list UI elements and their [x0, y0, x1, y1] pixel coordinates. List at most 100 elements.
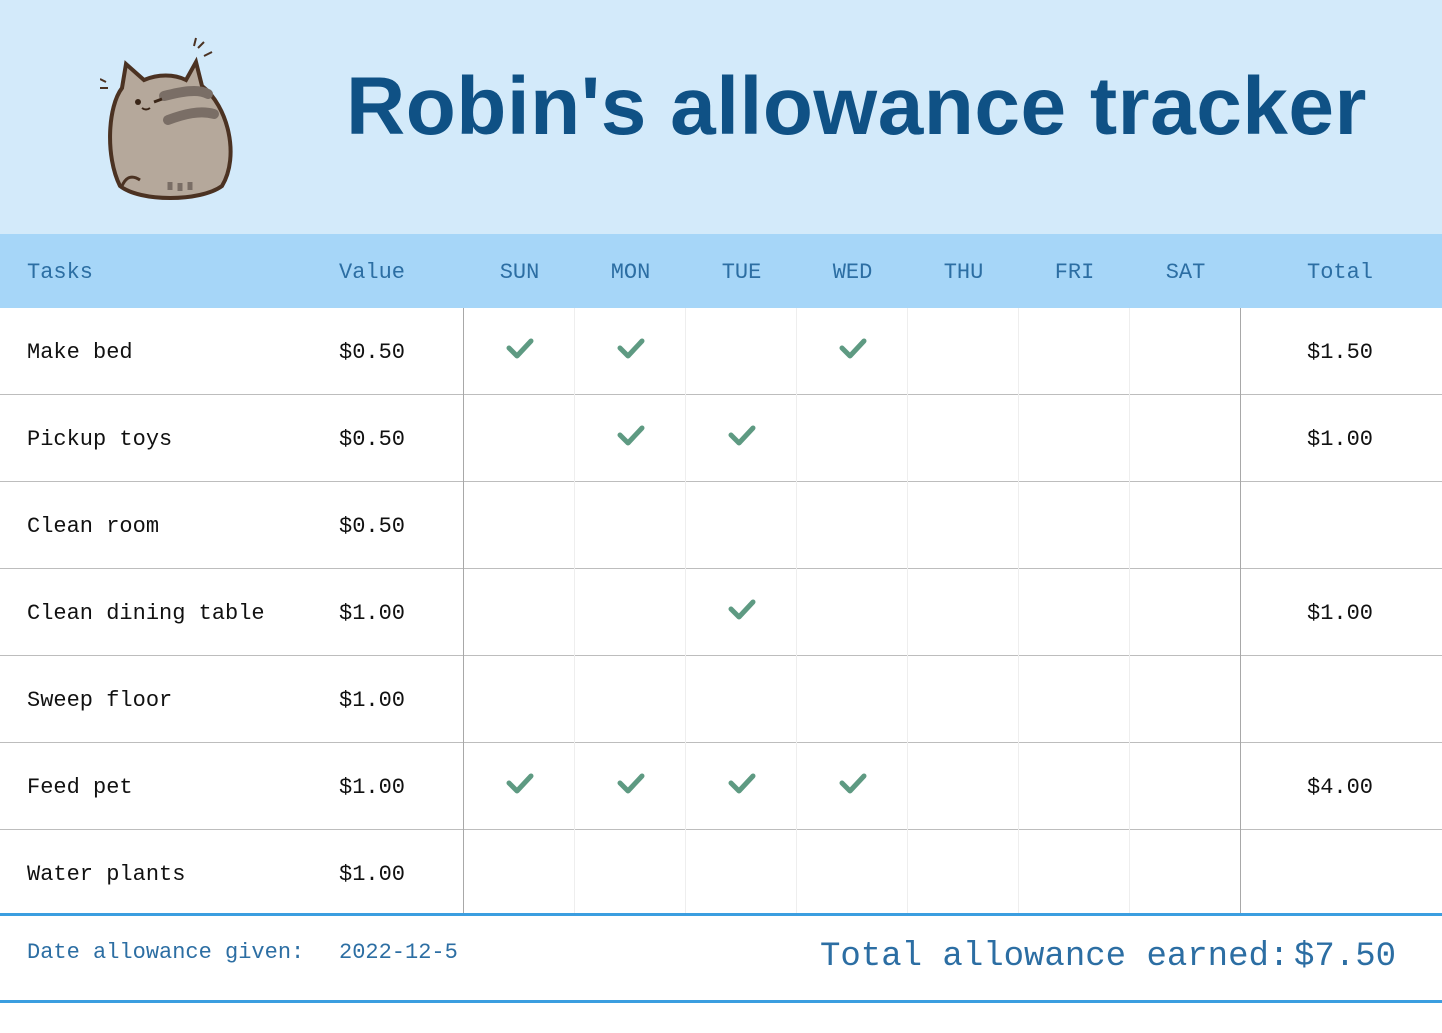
column-header-sun: SUN [499, 260, 540, 285]
day-cell-tue[interactable] [686, 569, 797, 656]
checkmark-icon [728, 425, 755, 445]
day-cell-fri[interactable] [1019, 830, 1130, 917]
day-cell-tue[interactable] [686, 482, 797, 569]
day-cell-wed[interactable] [797, 569, 908, 656]
table-row: Feed pet $1.00 $4.00 [0, 742, 1442, 830]
total-earned-label: Total allowance earned: [820, 938, 1290, 976]
day-cell-mon[interactable] [575, 656, 686, 743]
day-cell-sun[interactable] [464, 569, 575, 656]
task-name[interactable]: Clean dining table [27, 569, 265, 656]
task-name[interactable]: Sweep floor [27, 656, 172, 743]
task-name[interactable]: Water plants [27, 830, 185, 917]
column-divider [574, 308, 575, 914]
checkmark-icon [728, 773, 755, 793]
column-divider [1129, 308, 1130, 914]
checkmark-icon [506, 773, 533, 793]
day-cell-sun[interactable] [464, 308, 575, 395]
total-earned-value: $7.50 [1294, 938, 1397, 976]
day-cell-fri[interactable] [1019, 482, 1130, 569]
day-cell-sat[interactable] [1130, 743, 1241, 830]
day-cell-thu[interactable] [908, 308, 1019, 395]
day-cell-sat[interactable] [1130, 656, 1241, 743]
checkmark-icon [617, 773, 644, 793]
row-total: $1.00 [1307, 601, 1374, 626]
date-given-label: Date allowance given: [27, 940, 305, 965]
day-cell-mon[interactable] [575, 482, 686, 569]
day-cell-sun[interactable] [464, 395, 575, 482]
day-cell-wed[interactable] [797, 743, 908, 830]
day-cell-tue[interactable] [686, 395, 797, 482]
date-given-value[interactable]: 2022-12-5 [339, 940, 458, 965]
day-cell-thu[interactable] [908, 395, 1019, 482]
day-cell-wed[interactable] [797, 482, 908, 569]
checkmark-icon [617, 338, 644, 358]
column-header-fri: FRI [1054, 260, 1095, 285]
task-value[interactable]: $0.50 [339, 482, 405, 569]
day-cell-mon[interactable] [575, 569, 686, 656]
column-header-mon: MON [610, 260, 651, 285]
day-cell-sun[interactable] [464, 743, 575, 830]
column-divider [1240, 308, 1241, 914]
task-name[interactable]: Feed pet [27, 743, 133, 830]
day-cell-thu[interactable] [908, 830, 1019, 917]
footer-divider [0, 913, 1442, 916]
day-cell-fri[interactable] [1019, 395, 1130, 482]
day-cell-thu[interactable] [908, 743, 1019, 830]
day-cell-tue[interactable] [686, 308, 797, 395]
day-cell-mon[interactable] [575, 743, 686, 830]
day-cell-sat[interactable] [1130, 830, 1241, 917]
day-cell-sun[interactable] [464, 656, 575, 743]
table-row: Sweep floor $1.00 [0, 655, 1442, 743]
table-row: Clean room $0.50 [0, 481, 1442, 569]
day-cell-fri[interactable] [1019, 743, 1130, 830]
checkmark-icon [839, 338, 866, 358]
task-value[interactable]: $0.50 [339, 395, 405, 482]
day-cell-sat[interactable] [1130, 569, 1241, 656]
day-cell-fri[interactable] [1019, 308, 1130, 395]
day-cell-sun[interactable] [464, 482, 575, 569]
task-value[interactable]: $0.50 [339, 308, 405, 395]
day-cell-tue[interactable] [686, 656, 797, 743]
page-title: Robin's allowance tracker [346, 61, 1367, 152]
day-cell-wed[interactable] [797, 395, 908, 482]
row-total: $1.00 [1307, 427, 1374, 452]
column-header-total: Total [1307, 260, 1374, 285]
day-cell-mon[interactable] [575, 395, 686, 482]
table-row: Pickup toys $0.50 $1.00 [0, 394, 1442, 482]
task-value[interactable]: $1.00 [339, 743, 405, 830]
footer-divider [0, 1000, 1442, 1003]
table-header: Tasks Value SUN MON TUE WED THU FRI SAT … [0, 234, 1442, 308]
column-divider [463, 308, 464, 914]
task-value[interactable]: $1.00 [339, 569, 405, 656]
task-value[interactable]: $1.00 [339, 656, 405, 743]
day-cell-wed[interactable] [797, 830, 908, 917]
day-cell-sat[interactable] [1130, 482, 1241, 569]
day-cell-mon[interactable] [575, 308, 686, 395]
day-cell-wed[interactable] [797, 656, 908, 743]
task-name[interactable]: Clean room [27, 482, 159, 569]
day-cell-sat[interactable] [1130, 395, 1241, 482]
day-cell-thu[interactable] [908, 569, 1019, 656]
day-cell-fri[interactable] [1019, 569, 1130, 656]
day-cell-tue[interactable] [686, 830, 797, 917]
table-row: Water plants $1.00 [0, 829, 1442, 917]
row-total: $4.00 [1307, 775, 1374, 800]
day-cell-thu[interactable] [908, 482, 1019, 569]
checkmark-icon [839, 773, 866, 793]
column-header-tasks: Tasks [27, 260, 94, 285]
day-cell-sat[interactable] [1130, 308, 1241, 395]
task-name[interactable]: Make bed [27, 308, 133, 395]
column-divider [796, 308, 797, 914]
task-value[interactable]: $1.00 [339, 830, 405, 917]
checkmark-icon [617, 425, 644, 445]
day-cell-wed[interactable] [797, 308, 908, 395]
table-row: Make bed $0.50 $1.50 [0, 308, 1442, 395]
day-cell-tue[interactable] [686, 743, 797, 830]
day-cell-fri[interactable] [1019, 656, 1130, 743]
day-cell-sun[interactable] [464, 830, 575, 917]
checkmark-icon [506, 338, 533, 358]
day-cell-mon[interactable] [575, 830, 686, 917]
day-cell-thu[interactable] [908, 656, 1019, 743]
task-name[interactable]: Pickup toys [27, 395, 172, 482]
banner: Robin's allowance tracker [0, 0, 1442, 234]
